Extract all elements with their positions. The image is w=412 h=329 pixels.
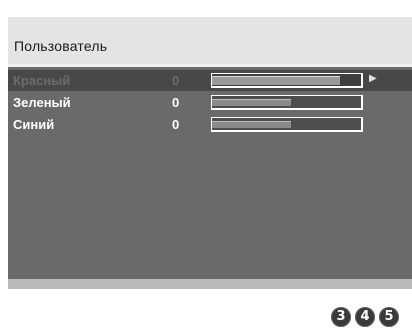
blue-level-fill xyxy=(212,121,291,128)
row-label-blue: Синий xyxy=(13,117,55,132)
red-level-slider[interactable] xyxy=(211,73,363,88)
blue-level-slider[interactable] xyxy=(211,117,363,132)
green-level-fill xyxy=(212,99,291,106)
row-label-red: Красный xyxy=(13,73,71,88)
osd-menu-panel: Пользователь Красный 0 ▶ Зеленый 0 Синий… xyxy=(8,17,412,289)
page-badges: 3 4 5 xyxy=(331,307,399,327)
menu-row-blue[interactable]: Синий 0 xyxy=(8,114,412,135)
page-badge-3: 3 xyxy=(331,307,351,327)
row-label-green: Зеленый xyxy=(13,95,71,110)
menu-bottom-strip xyxy=(8,279,412,289)
header-divider xyxy=(8,64,412,67)
menu-title: Пользователь xyxy=(14,38,108,54)
green-level-slider[interactable] xyxy=(211,95,363,110)
menu-row-green[interactable]: Зеленый 0 xyxy=(8,92,412,113)
menu-row-red[interactable]: Красный 0 ▶ xyxy=(8,70,412,91)
menu-header: Пользователь xyxy=(8,17,412,64)
page-badge-5: 5 xyxy=(379,307,399,327)
red-level-fill xyxy=(212,76,341,85)
page-badge-4: 4 xyxy=(355,307,375,327)
arrow-right-icon[interactable]: ▶ xyxy=(369,73,377,84)
row-value-red: 0 xyxy=(172,73,180,88)
row-value-green: 0 xyxy=(172,95,180,110)
row-value-blue: 0 xyxy=(172,117,180,132)
